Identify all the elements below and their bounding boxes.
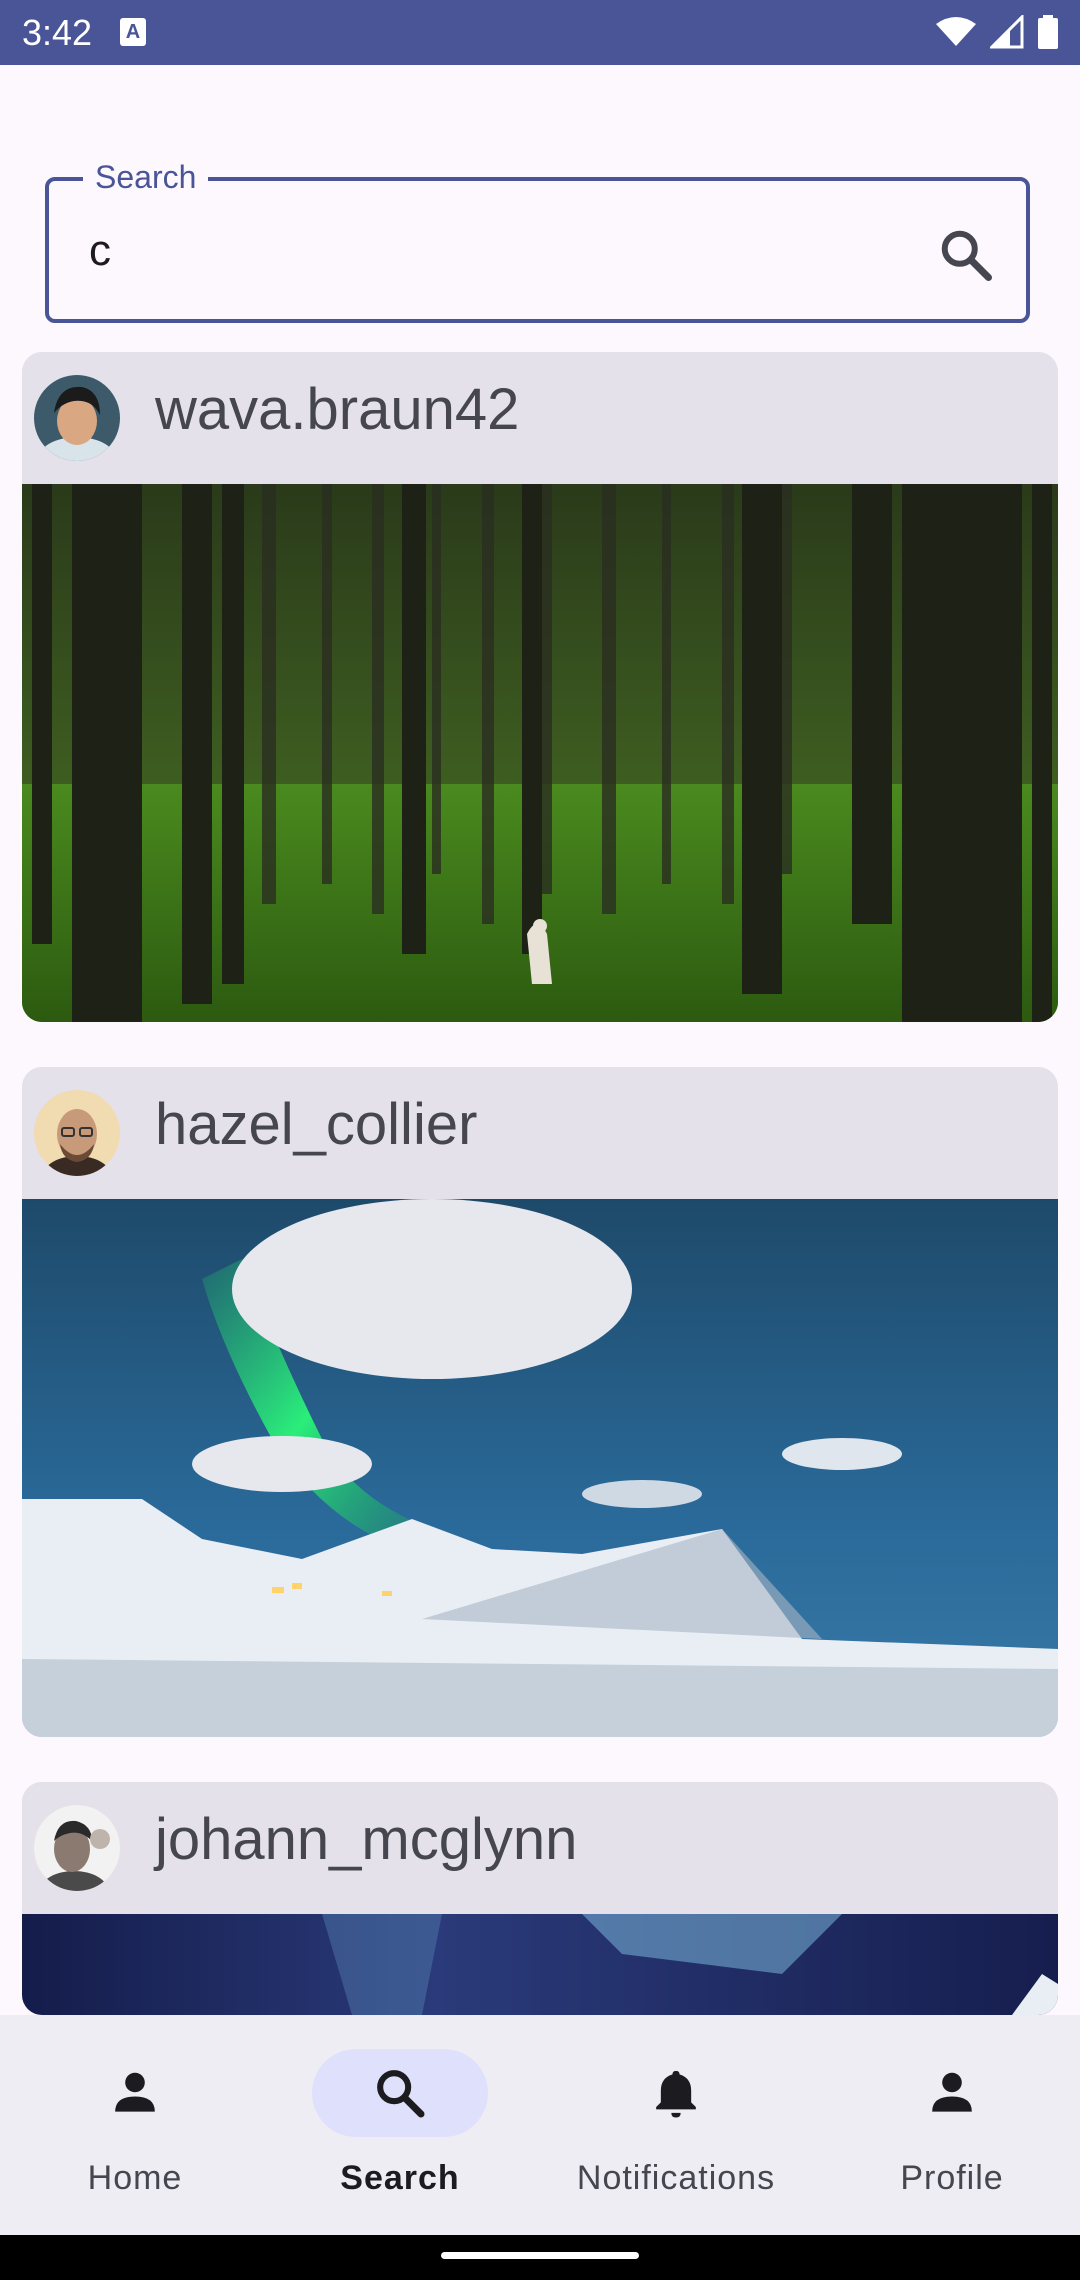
post-card[interactable]: hazel_collier bbox=[22, 1067, 1058, 1737]
avatar[interactable] bbox=[34, 1805, 120, 1891]
avatar[interactable] bbox=[34, 375, 120, 461]
avatar[interactable] bbox=[34, 1090, 120, 1176]
person-icon bbox=[115, 2072, 155, 2112]
post-username[interactable]: johann_mcglynn bbox=[155, 1804, 577, 1876]
post-image-night-sky[interactable] bbox=[22, 1914, 1058, 2015]
battery-icon bbox=[1038, 15, 1058, 49]
post-header: johann_mcglynn bbox=[22, 1782, 1058, 1914]
post-image-forest[interactable] bbox=[22, 484, 1058, 1022]
gesture-handle[interactable] bbox=[441, 2252, 639, 2259]
post-card[interactable]: wava.braun42 bbox=[22, 352, 1058, 1022]
nav-item-search[interactable]: Search bbox=[265, 2015, 535, 2235]
search-field[interactable]: Search c bbox=[45, 157, 1030, 323]
gesture-bar bbox=[0, 2235, 1080, 2280]
bell-icon bbox=[656, 2070, 696, 2118]
status-icons bbox=[936, 14, 1058, 50]
signal-icon bbox=[990, 15, 1024, 49]
nav-label-notifications: Notifications bbox=[576, 2159, 776, 2197]
post-header: wava.braun42 bbox=[22, 352, 1058, 484]
search-input[interactable]: c bbox=[89, 225, 111, 277]
search-label: Search bbox=[83, 157, 209, 197]
post-username[interactable]: wava.braun42 bbox=[155, 374, 519, 446]
post-image-aurora[interactable] bbox=[22, 1199, 1058, 1737]
post-card[interactable]: johann_mcglynn bbox=[22, 1782, 1058, 2015]
status-bar: 3:42 A bbox=[0, 0, 1080, 65]
post-header: hazel_collier bbox=[22, 1067, 1058, 1199]
nav-label-home: Home bbox=[87, 2159, 183, 2197]
status-time: 3:42 bbox=[22, 12, 93, 53]
search-icon bbox=[941, 230, 992, 281]
nav-item-profile[interactable]: Profile bbox=[817, 2015, 1080, 2235]
search-icon bbox=[377, 2070, 425, 2118]
nav-item-home[interactable]: Home bbox=[0, 2015, 270, 2235]
wifi-icon bbox=[936, 17, 976, 46]
nav-label-search: Search bbox=[340, 2159, 460, 2197]
bottom-nav: Home Search Notifications Profile bbox=[0, 2015, 1080, 2235]
post-username[interactable]: hazel_collier bbox=[155, 1089, 477, 1161]
nav-label-profile: Profile bbox=[900, 2159, 1004, 2197]
nav-item-notifications[interactable]: Notifications bbox=[541, 2015, 811, 2235]
a-icon: A bbox=[120, 18, 146, 46]
search-button[interactable] bbox=[936, 225, 996, 285]
person-icon bbox=[932, 2072, 972, 2112]
